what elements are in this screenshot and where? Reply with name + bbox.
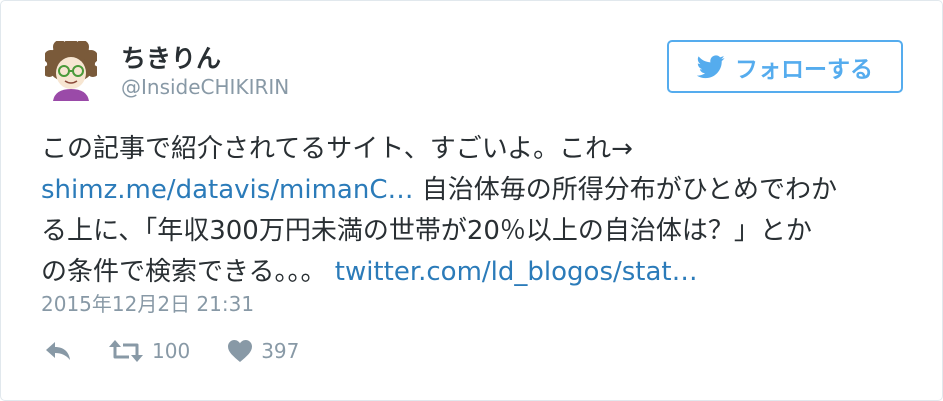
tweet-timestamp[interactable]: 2015年12月2日 21:31 [41,288,254,317]
reply-button[interactable] [45,340,71,362]
retweet-count: 100 [152,339,191,363]
tweet-text-line: る上に、「年収300万円未満の世帯が20％以上の自治体は？」とか [41,216,812,246]
display-name[interactable]: ちきりん [121,39,221,75]
avatar[interactable] [43,38,99,101]
user-handle[interactable]: @InsideCHIKIRIN [121,75,289,99]
heart-icon [228,340,253,362]
tweet-text-line: この記事で紹介されてるサイト、すごいよ。これ→ [41,134,633,164]
like-count: 397 [261,339,300,363]
tweet-text-line: shimz.me/datavis/mimanC… 自治体毎の所得分布がひとめでわ… [41,170,921,211]
like-button[interactable]: 397 [228,339,299,363]
tweet-link-2[interactable]: twitter.com/ld_blogos/stat… [335,257,698,287]
tweet-card: ちきりん @InsideCHIKIRIN フォローする この記事で紹介されてるサ… [0,0,943,401]
tweet-text: この記事で紹介されてるサイト、すごいよ。これ→ shimz.me/datavis… [41,129,921,293]
tweet-text-fragment: の条件で検索できる。。。 [41,257,335,287]
tweet-link-1[interactable]: shimz.me/datavis/mimanC… [41,175,414,205]
tweet-actions: 100 397 [45,339,299,363]
tweet-text-line: の条件で検索できる。。。 twitter.com/ld_blogos/stat… [41,252,921,293]
follow-button-label: フォローする [735,56,873,83]
retweet-icon [109,340,143,362]
follow-button[interactable]: フォローする [667,40,903,93]
tweet-text-fragment: 自治体毎の所得分布がひとめでわか [413,175,837,205]
retweet-button[interactable]: 100 [109,339,190,363]
reply-icon [46,342,70,360]
twitter-bird-icon [697,54,725,78]
